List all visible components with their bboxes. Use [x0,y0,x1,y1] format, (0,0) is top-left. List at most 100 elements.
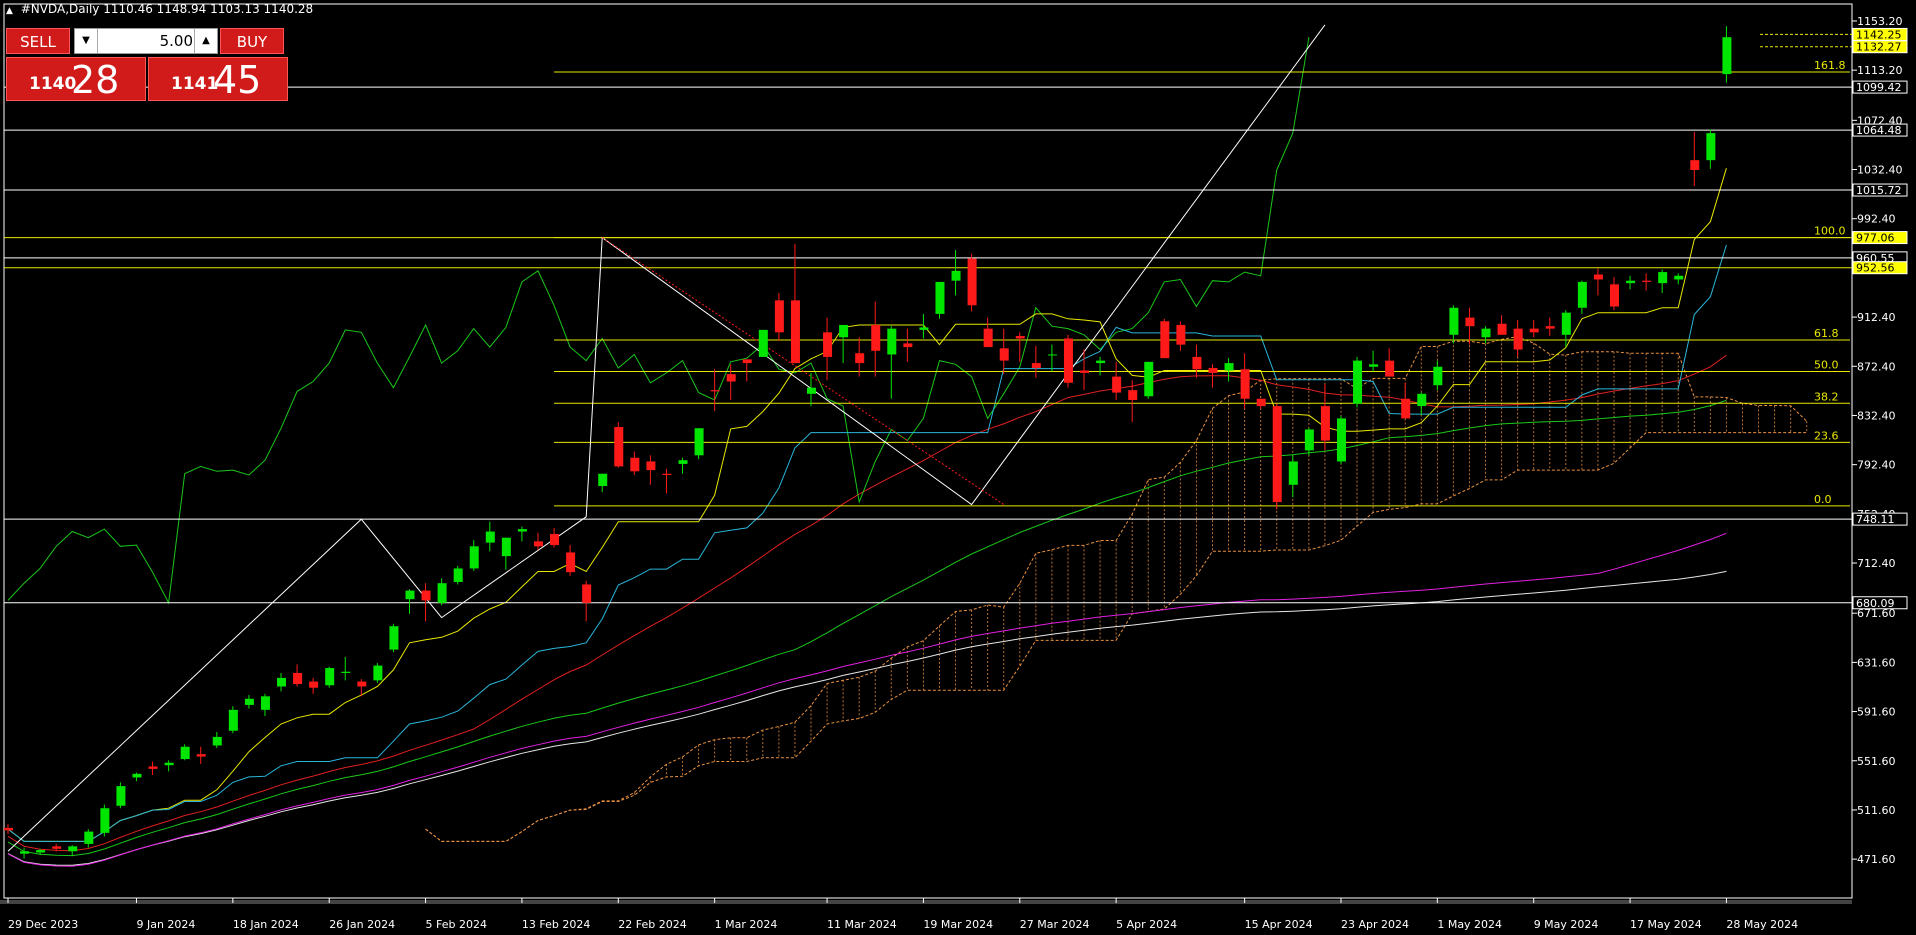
volume-stepper[interactable]: ▼ ▲ [74,28,218,54]
candle-body [501,537,511,557]
candle-body [566,552,576,573]
candle-body [36,850,46,853]
date-axis-label: 5 Feb 2024 [426,918,487,931]
date-axis-label: 26 Jan 2024 [329,918,395,931]
volume-increase-icon[interactable]: ▲ [194,29,217,53]
buy-button[interactable]: BUY [220,28,284,54]
collapse-triangle-icon[interactable]: ▲ [6,6,13,16]
fib-level-label: 50.0 [1814,359,1839,372]
price-chart[interactable]: 1153.201113.201072.401032.40992.40952.40… [0,0,1916,935]
date-axis-label: 27 Mar 2024 [1020,918,1090,931]
sell-button[interactable]: SELL [6,28,70,54]
moving-average-white [7,570,1727,866]
candle-body [662,473,672,475]
price-axis-label: 792.40 [1857,459,1896,472]
candle-body [1561,312,1571,335]
candle-body [887,328,897,355]
date-axis-label: 15 Apr 2024 [1245,918,1313,931]
price-axis-label: 591.60 [1857,706,1896,719]
candle-body [1481,328,1491,338]
candle-body [1577,281,1587,308]
volume-input[interactable] [99,30,193,52]
candle-body [244,698,254,705]
price-tag-label: 1142.25 [1856,28,1902,41]
date-axis-label: 23 Apr 2024 [1341,918,1409,931]
fib-level-label: 38.2 [1814,390,1839,403]
candle-body [1320,406,1330,441]
volume-decrease-icon[interactable]: ▼ [75,29,98,53]
chikou-span [7,37,1310,605]
candle-body [309,681,319,688]
price-axis: 1153.201113.201072.401032.40992.40952.40… [1852,15,1903,866]
candle-body [1497,323,1507,335]
price-axis-label: 631.60 [1857,656,1896,669]
candle-body [469,546,479,569]
price-axis-label: 511.60 [1857,804,1896,817]
candle-body [1015,336,1025,339]
candle-body [1288,461,1298,485]
candle-body [1047,354,1057,356]
candle-body [341,671,351,673]
candle-body [373,665,383,681]
date-axis-label: 1 May 2024 [1437,918,1502,931]
price-tag-label: 977.06 [1856,232,1895,245]
price-axis-label: 832.40 [1857,409,1896,422]
fib-level-label: 23.6 [1814,429,1839,442]
horizontal-levels: 1142.251132.27 1099.42 1064.48 1015.72 977.0… [4,27,1908,610]
date-axis-label: 28 May 2024 [1726,918,1798,931]
candle-body [453,568,463,582]
candle-body [1706,133,1716,161]
candle-body [196,754,206,757]
date-axis-label: 1 Mar 2024 [715,918,778,931]
candle-body [180,746,190,760]
candle-body [1674,275,1684,280]
candle-body [1401,398,1411,419]
candle-body [84,831,94,844]
candle-body [52,846,62,849]
candle-body [1192,356,1202,370]
candle-body [678,460,688,464]
candle-body [1176,324,1186,345]
candle-body [1240,369,1250,399]
price-axis-label: 712.40 [1857,557,1896,570]
candle-body [758,329,768,357]
candle-body [1449,307,1459,335]
bid-price-small: 1140 [29,74,77,94]
bid-price-big: 28 [71,58,120,102]
candle-body [228,709,238,731]
candle-body [1626,280,1636,284]
candle-body [20,851,30,854]
chart-frame [3,3,1853,899]
candle-body [1144,361,1154,397]
candle-body [293,672,303,685]
price-axis-label: 912.40 [1857,311,1896,324]
fib-level-label: 0.0 [1814,493,1832,506]
date-axis-label: 9 May 2024 [1534,918,1599,931]
candle-body [517,529,527,532]
kijun-sen [7,244,1727,842]
candle-body [1690,160,1700,171]
candle-body [1722,37,1732,75]
candle-body [694,428,704,456]
candle-body [421,590,431,601]
candle-body [100,808,110,833]
candle-body [839,324,849,338]
price-axis-label: 872.40 [1857,360,1896,373]
candle-body [4,827,13,831]
candle-body [212,736,222,746]
candle-body [148,766,158,769]
candle-body [1336,418,1346,462]
candle-body [260,696,270,710]
date-axis-label: 17 May 2024 [1630,918,1702,931]
candle-body [357,681,367,687]
candle-body [1256,398,1266,407]
date-axis-label: 13 Feb 2024 [522,918,590,931]
candle-body [1385,360,1395,377]
candle-body [774,300,784,333]
candle-body [1369,364,1379,367]
sell-price-button[interactable]: 1140 28 [6,57,146,102]
candle-body [903,343,913,348]
candle-body [550,534,560,546]
buy-price-button[interactable]: 1141 45 [148,57,288,102]
date-axis-label: 11 Mar 2024 [827,918,897,931]
